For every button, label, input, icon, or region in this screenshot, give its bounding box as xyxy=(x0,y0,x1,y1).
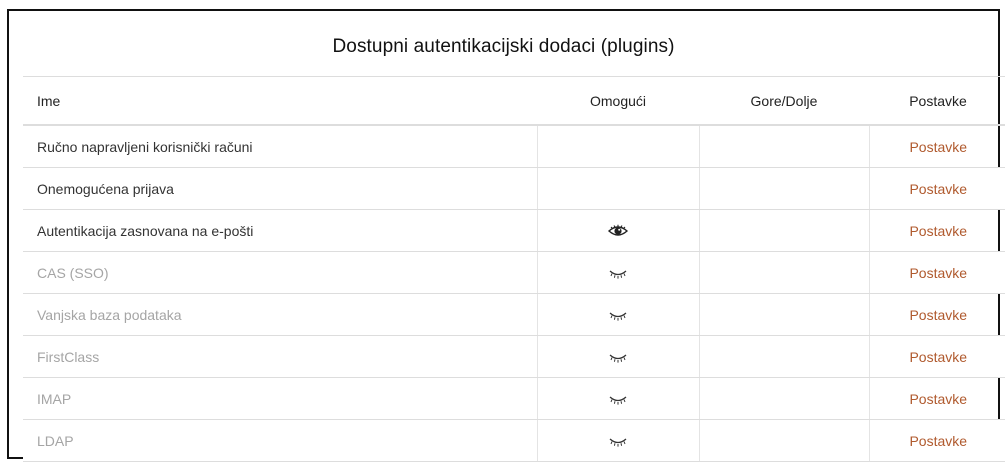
plugins-panel: Dostupni autentikacijski dodaci (plugins… xyxy=(7,9,1005,462)
settings-cell: Postavke xyxy=(868,167,1005,210)
updown-cell xyxy=(698,377,869,420)
table-row: Autentikacija zasnovana na e-pošti Postav… xyxy=(23,209,1005,252)
table-row: Vanjska baza podataka Postavke xyxy=(23,293,1005,336)
updown-cell xyxy=(698,293,869,336)
eye-closed-icon[interactable] xyxy=(607,265,629,281)
page-title: Dostupni autentikacijski dodaci (plugins… xyxy=(332,36,675,57)
settings-cell: Postavke xyxy=(868,419,1005,462)
updown-cell xyxy=(698,419,869,462)
settings-link[interactable]: Postavke xyxy=(909,391,967,407)
settings-cell: Postavke xyxy=(868,251,1005,294)
plugin-name: IMAP xyxy=(23,377,537,420)
table-row: Onemogućena prijava Postavke xyxy=(23,167,1005,210)
plugin-name: Ručno napravljeni korisnički računi xyxy=(23,125,537,168)
enable-cell xyxy=(536,251,699,294)
settings-cell: Postavke xyxy=(868,125,1005,168)
settings-link[interactable]: Postavke xyxy=(909,307,967,323)
enable-cell xyxy=(536,209,699,252)
table-row: FirstClass Postavke xyxy=(23,335,1005,378)
column-header-enable: Omogući xyxy=(537,76,699,126)
table-row: CAS (SSO) Postavke xyxy=(23,251,1005,294)
table-header-row: Ime Omogući Gore/Dolje Postavke xyxy=(23,76,1005,126)
settings-cell: Postavke xyxy=(868,335,1005,378)
eye-closed-icon[interactable] xyxy=(607,307,629,323)
eye-closed-icon[interactable] xyxy=(607,391,629,407)
updown-cell xyxy=(698,335,869,378)
updown-cell xyxy=(698,167,869,210)
enable-cell xyxy=(536,335,699,378)
settings-cell: Postavke xyxy=(868,209,1005,252)
enable-cell xyxy=(536,125,699,168)
settings-link[interactable]: Postavke xyxy=(909,433,967,449)
column-header-updown: Gore/Dolje xyxy=(699,76,869,126)
enable-cell xyxy=(536,377,699,420)
auth-plugins-table: Ime Omogući Gore/Dolje Postavke Ručno na… xyxy=(23,76,1005,462)
column-header-name: Ime xyxy=(23,76,537,126)
eye-open-icon[interactable] xyxy=(607,223,629,239)
eye-closed-icon[interactable] xyxy=(607,349,629,365)
updown-cell xyxy=(698,125,869,168)
plugin-name: FirstClass xyxy=(23,335,537,378)
column-header-settings: Postavke xyxy=(869,76,1005,126)
settings-cell: Postavke xyxy=(868,293,1005,336)
plugin-name: Autentikacija zasnovana na e-pošti xyxy=(23,209,537,252)
settings-link[interactable]: Postavke xyxy=(909,139,967,155)
table-row: IMAP Postavke xyxy=(23,377,1005,420)
enable-cell xyxy=(536,293,699,336)
plugin-name: CAS (SSO) xyxy=(23,251,537,294)
settings-link[interactable]: Postavke xyxy=(909,223,967,239)
eye-closed-icon[interactable] xyxy=(607,433,629,449)
settings-link[interactable]: Postavke xyxy=(909,181,967,197)
updown-cell xyxy=(698,251,869,294)
table-row: LDAP Postavke xyxy=(23,419,1005,462)
plugin-name: LDAP xyxy=(23,419,537,462)
enable-cell xyxy=(536,419,699,462)
plugin-name: Vanjska baza podataka xyxy=(23,293,537,336)
settings-link[interactable]: Postavke xyxy=(909,265,967,281)
table-row: Ručno napravljeni korisnički računi Posta… xyxy=(23,125,1005,168)
enable-cell xyxy=(536,167,699,210)
settings-link[interactable]: Postavke xyxy=(909,349,967,365)
settings-cell: Postavke xyxy=(868,377,1005,420)
updown-cell xyxy=(698,209,869,252)
plugin-name: Onemogućena prijava xyxy=(23,167,537,210)
